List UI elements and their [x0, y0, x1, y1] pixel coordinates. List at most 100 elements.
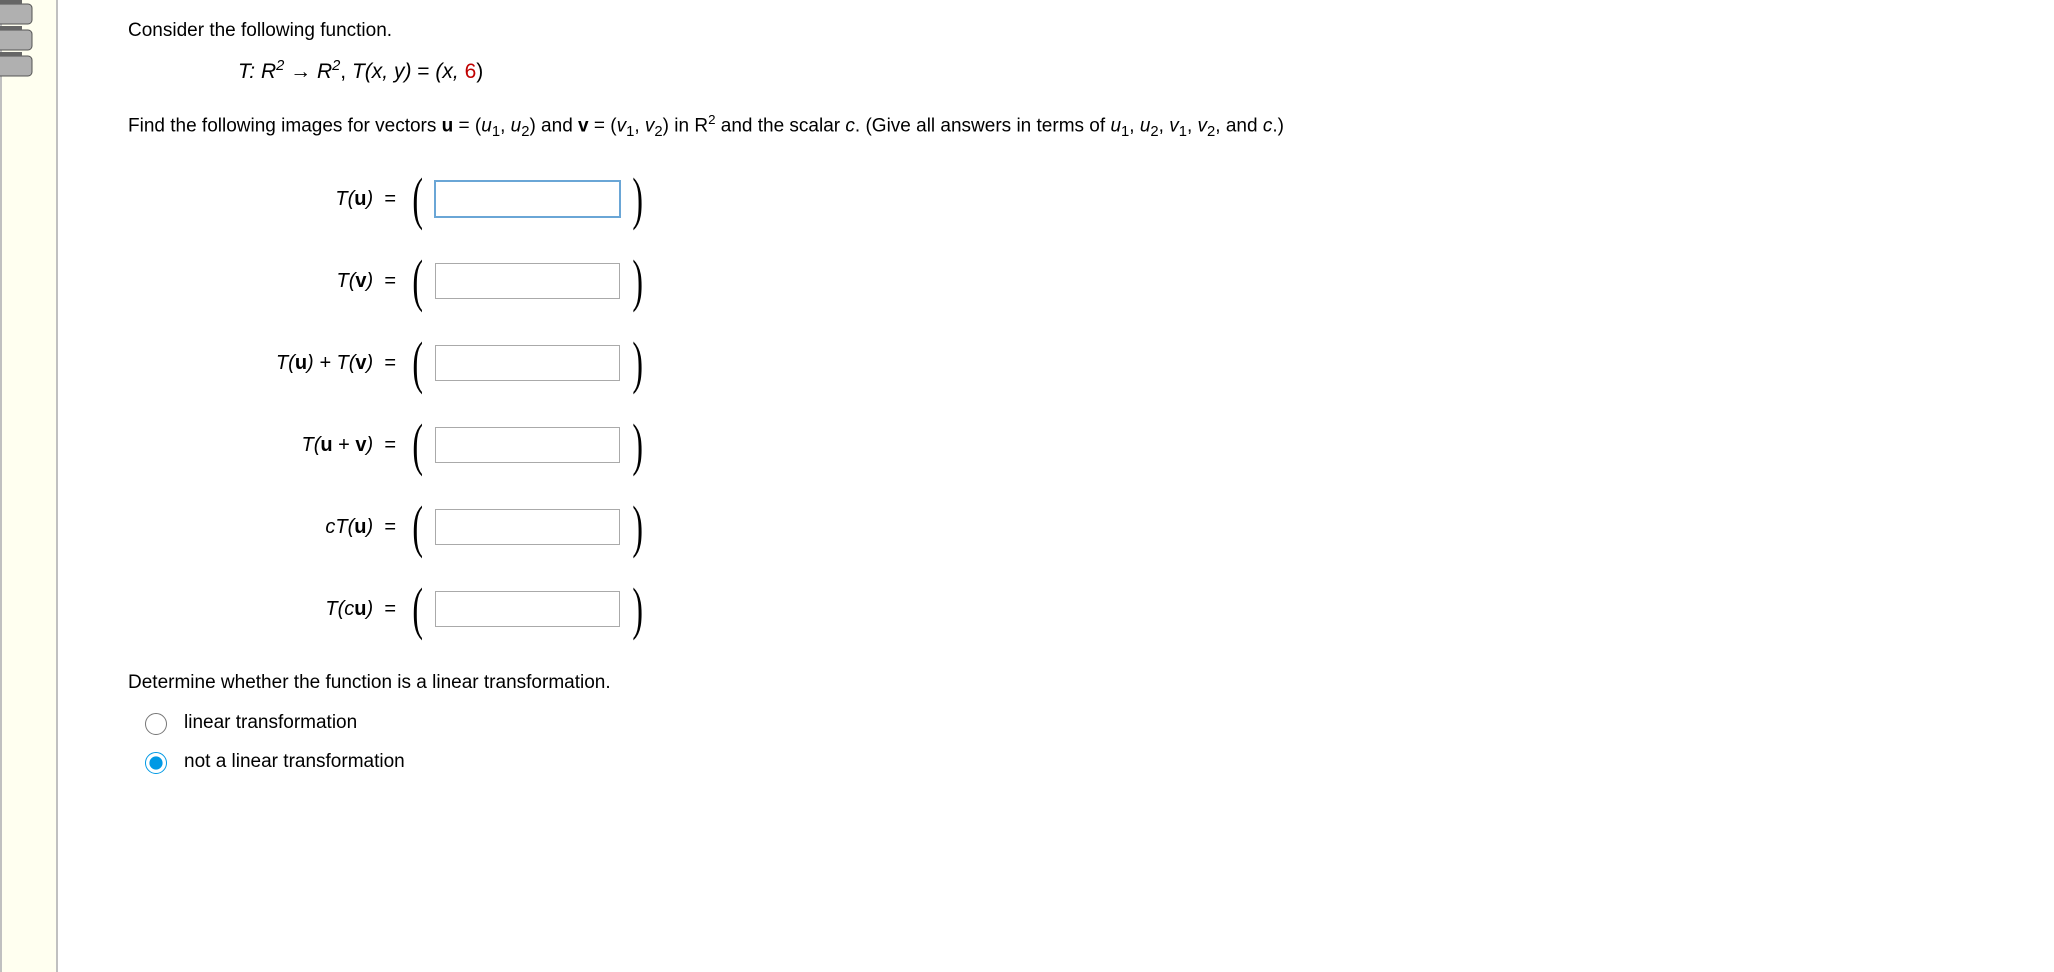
label-tuptv: T(u) + T(v) = [128, 322, 408, 404]
input-cell-tv: ( ) [408, 240, 648, 322]
ab: v [355, 434, 366, 456]
right-paren-icon: ) [633, 255, 644, 307]
left-paren-icon: ( [412, 255, 423, 307]
prompt-text: Find the following images for vectors u … [128, 112, 2054, 140]
in-r: ) in R [663, 115, 708, 136]
cl: ) [367, 434, 374, 456]
right-paren-icon: ) [633, 337, 644, 389]
row-tuv: T(u + v) = ( ) [128, 404, 648, 486]
question-container: Consider the following function. T: R2 →… [0, 0, 2054, 972]
fn-prefix: T: R [238, 60, 276, 83]
cl: ) [367, 270, 374, 292]
sub-2b: 2 [654, 124, 662, 140]
c3: , [1187, 115, 1198, 136]
radio-row-linear[interactable]: linear transformation [140, 710, 2054, 735]
fn-txy: T(x, y) = (x, [352, 60, 465, 83]
fn-arrow: → R [284, 60, 332, 83]
eq: = [384, 598, 396, 620]
cl: ) [367, 352, 374, 374]
la: T( [301, 434, 320, 456]
and-word: and [1226, 115, 1263, 136]
c1: , [1129, 115, 1140, 136]
prompt-c: . (Give all answers in terms of [855, 115, 1111, 136]
eq: = [384, 270, 396, 292]
radio-linear[interactable] [145, 713, 167, 735]
pre: cT( [325, 516, 354, 538]
arg: u [354, 188, 366, 210]
u1-var: u [481, 115, 492, 136]
eq: = [384, 516, 396, 538]
radio-group: linear transformation not a linear trans… [140, 710, 2054, 774]
radio-label-linear: linear transformation [184, 712, 357, 734]
label-tuv: T(u + v) = [128, 404, 408, 486]
eq-open-2: = ( [589, 115, 617, 136]
aa: u [320, 434, 332, 456]
u2-var: u [511, 115, 522, 136]
spiral-binding-icon [0, 0, 56, 102]
v1-var: v [617, 115, 627, 136]
c-t: c [1263, 115, 1273, 136]
input-ctu[interactable] [435, 509, 620, 545]
input-tu-plus-tv[interactable] [435, 345, 620, 381]
input-cell-tcu: ( ) [408, 568, 648, 650]
input-cell-tuptv: ( ) [408, 322, 648, 404]
row-tu: T(u) = ( ) [128, 158, 648, 240]
label-ctu: cT(u) = [128, 486, 408, 568]
question-content: Consider the following function. T: R2 →… [58, 0, 2054, 972]
input-tuv[interactable] [435, 427, 620, 463]
eq-open-1: = ( [453, 115, 481, 136]
pre: T(c [325, 598, 354, 620]
row-tv: T(v) = ( ) [128, 240, 648, 322]
ab: v [355, 352, 366, 374]
c4: , [1215, 115, 1226, 136]
eq: = [384, 434, 396, 456]
left-paren-icon: ( [412, 173, 423, 225]
fn-sep: , [340, 60, 352, 83]
right-paren-icon: ) [633, 173, 644, 225]
mid: + [333, 434, 356, 456]
c2: , [1159, 115, 1170, 136]
intro-text: Consider the following function. [128, 20, 2054, 42]
input-tu[interactable] [435, 181, 620, 217]
function-definition: T: R2 → R2, T(x, y) = (x, 6) [238, 58, 2054, 84]
label-tu: T(u) = [128, 158, 408, 240]
row-tu-plus-tv: T(u) + T(v) = ( ) [128, 322, 648, 404]
arg: v [355, 270, 366, 292]
aa: u [295, 352, 307, 374]
left-paren-icon: ( [412, 419, 423, 471]
lbl: T( [335, 188, 354, 210]
determine-text: Determine whether the function is a line… [128, 672, 2054, 694]
prompt-a: Find the following images for vectors [128, 115, 442, 136]
radio-label-not-linear: not a linear transformation [184, 751, 405, 773]
input-cell-tuv: ( ) [408, 404, 648, 486]
prompt-b: and the scalar [715, 115, 845, 136]
row-ctu: cT(u) = ( ) [128, 486, 648, 568]
label-tv: T(v) = [128, 240, 408, 322]
mid: ) + T( [307, 352, 355, 374]
la: T( [276, 352, 295, 374]
right-paren-icon: ) [633, 583, 644, 635]
left-paren-icon: ( [412, 501, 423, 553]
fn-constant: 6 [465, 60, 477, 83]
u1-t: u [1110, 115, 1121, 136]
fn-close: ) [476, 60, 483, 83]
radio-row-not-linear[interactable]: not a linear transformation [140, 749, 2054, 774]
comma-1: , [500, 115, 511, 136]
lbl: T( [337, 270, 356, 292]
left-margin [0, 0, 58, 972]
row-tcu: T(cu) = ( ) [128, 568, 648, 650]
c-var: c [845, 115, 855, 136]
arg: u [354, 516, 366, 538]
input-tcu[interactable] [435, 591, 620, 627]
right-paren-icon: ) [633, 501, 644, 553]
input-tv[interactable] [435, 263, 620, 299]
comma-2: , [634, 115, 645, 136]
period-close: .) [1272, 115, 1284, 136]
cl: ) [367, 188, 374, 210]
vector-u: u [442, 115, 454, 136]
v1-t: v [1169, 115, 1179, 136]
s2: 2 [1150, 124, 1158, 140]
radio-not-linear[interactable] [145, 752, 167, 774]
cl: ) [367, 598, 374, 620]
left-paren-icon: ( [412, 337, 423, 389]
